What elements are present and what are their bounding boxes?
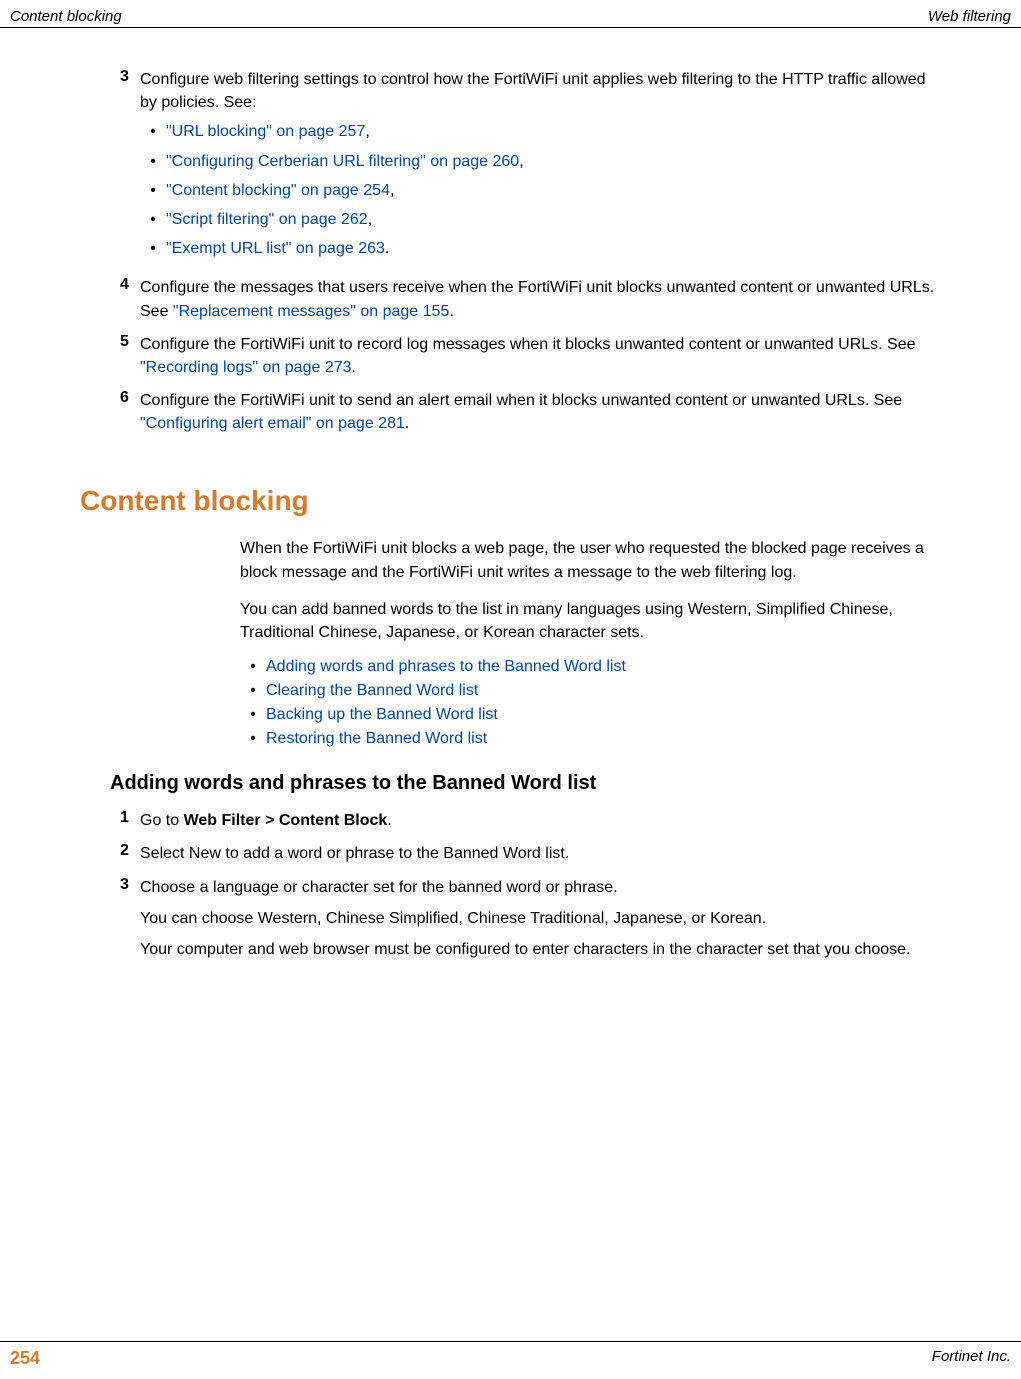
step-text: Configure the FortiWiFi unit to record l…	[140, 336, 916, 353]
link-bullet: • Adding words and phrases to the Banned…	[240, 658, 927, 676]
step-extra-1: You can choose Western, Chinese Simplifi…	[140, 907, 941, 930]
bullet-mark: •	[240, 682, 266, 700]
link-bullet: • Clearing the Banned Word list	[240, 682, 927, 700]
section-heading-content-blocking: Content blocking	[80, 485, 941, 517]
page-footer: 254 Fortinet Inc.	[0, 1341, 1021, 1369]
step-body: Configure the FortiWiFi unit to record l…	[140, 333, 941, 379]
link-replacement-messages[interactable]: "Replacement messages" on page 155	[173, 303, 449, 320]
bullet-mark: •	[140, 150, 166, 173]
step-suffix: .	[405, 415, 409, 432]
section-para-1: When the FortiWiFi unit blocks a web pag…	[240, 537, 927, 583]
bullet-mark: •	[140, 120, 166, 143]
step-text: Configure the FortiWiFi unit to send an …	[140, 392, 902, 409]
bullet-mark: •	[240, 730, 266, 748]
bullet-text: "URL blocking" on page 257,	[166, 120, 370, 143]
bullet-suffix: ,	[390, 182, 394, 199]
bullet-mark: •	[240, 706, 266, 724]
step-text: Select New to add a word or phrase to th…	[140, 845, 569, 862]
bullet-mark: •	[140, 208, 166, 231]
step-suffix: .	[352, 359, 356, 376]
bullet-item: • "Configuring Cerberian URL filtering" …	[140, 150, 941, 173]
bullet-text: "Configuring Cerberian URL filtering" on…	[166, 150, 524, 173]
step-number: 6	[80, 389, 140, 435]
header-right: Web filtering	[928, 8, 1011, 25]
step-6: 6 Configure the FortiWiFi unit to send a…	[80, 389, 941, 435]
bullet-suffix: .	[385, 240, 389, 257]
step-number: 2	[80, 842, 140, 865]
step-suffix: .	[449, 303, 453, 320]
bullet-suffix: ,	[365, 123, 369, 140]
page-content: 3 Configure web filtering settings to co…	[0, 28, 1021, 961]
link-clearing-list[interactable]: Clearing the Banned Word list	[266, 682, 478, 700]
header-left: Content blocking	[10, 8, 122, 25]
step-number: 1	[80, 809, 140, 832]
step-bold: Web Filter > Content Block	[184, 812, 388, 829]
section-body: When the FortiWiFi unit blocks a web pag…	[240, 537, 927, 748]
link-backing-up[interactable]: Backing up the Banned Word list	[266, 706, 498, 724]
bullet-item: • "Script filtering" on page 262,	[140, 208, 941, 231]
bullet-mark: •	[140, 237, 166, 260]
step-extra-2: Your computer and web browser must be co…	[140, 938, 941, 961]
subsection-heading-adding-words: Adding words and phrases to the Banned W…	[110, 772, 941, 795]
sub-step-3: 3 Choose a language or character set for…	[80, 876, 941, 962]
step-text: Choose a language or character set for t…	[140, 879, 618, 896]
link-url-blocking[interactable]: "URL blocking" on page 257	[166, 123, 365, 140]
link-restoring[interactable]: Restoring the Banned Word list	[266, 730, 487, 748]
link-adding-words[interactable]: Adding words and phrases to the Banned W…	[266, 658, 626, 676]
step-3-bullets: • "URL blocking" on page 257, • "Configu…	[140, 120, 941, 260]
sub-step-1: 1 Go to Web Filter > Content Block.	[80, 809, 941, 832]
bullet-item: • "Content blocking" on page 254,	[140, 179, 941, 202]
link-exempt-url[interactable]: "Exempt URL list" on page 263	[166, 240, 385, 257]
step-body: Configure the messages that users receiv…	[140, 276, 941, 322]
step-body: Configure the FortiWiFi unit to send an …	[140, 389, 941, 435]
link-cerberian-filtering[interactable]: "Configuring Cerberian URL filtering" on…	[166, 153, 519, 170]
link-recording-logs[interactable]: "Recording logs" on page 273	[140, 359, 352, 376]
step-body: Select New to add a word or phrase to th…	[140, 842, 941, 865]
link-alert-email[interactable]: "Configuring alert email" on page 281	[140, 415, 405, 432]
step-4: 4 Configure the messages that users rece…	[80, 276, 941, 322]
bullet-suffix: ,	[519, 153, 523, 170]
step-number: 3	[80, 68, 140, 266]
step-body: Go to Web Filter > Content Block.	[140, 809, 941, 832]
step-number: 3	[80, 876, 140, 962]
bullet-text: "Exempt URL list" on page 263.	[166, 237, 389, 260]
footer-company: Fortinet Inc.	[932, 1348, 1011, 1369]
step-number: 5	[80, 333, 140, 379]
link-bullet: • Restoring the Banned Word list	[240, 730, 927, 748]
bullet-text: "Content blocking" on page 254,	[166, 179, 394, 202]
step-number: 4	[80, 276, 140, 322]
bullet-item: • "URL blocking" on page 257,	[140, 120, 941, 143]
link-script-filtering[interactable]: "Script filtering" on page 262	[166, 211, 368, 228]
link-content-blocking[interactable]: "Content blocking" on page 254	[166, 182, 390, 199]
bullet-item: • "Exempt URL list" on page 263.	[140, 237, 941, 260]
step-body: Configure web filtering settings to cont…	[140, 68, 941, 266]
link-bullet: • Backing up the Banned Word list	[240, 706, 927, 724]
step-prefix: Go to	[140, 812, 184, 829]
step-body: Choose a language or character set for t…	[140, 876, 941, 962]
section-para-2: You can add banned words to the list in …	[240, 598, 927, 644]
step-5: 5 Configure the FortiWiFi unit to record…	[80, 333, 941, 379]
step-text: Configure web filtering settings to cont…	[140, 71, 926, 111]
sub-step-2: 2 Select New to add a word or phrase to …	[80, 842, 941, 865]
bullet-text: "Script filtering" on page 262,	[166, 208, 372, 231]
page-number: 254	[10, 1348, 40, 1369]
step-3: 3 Configure web filtering settings to co…	[80, 68, 941, 266]
step-suffix: .	[387, 812, 391, 829]
bullet-mark: •	[140, 179, 166, 202]
bullet-mark: •	[240, 658, 266, 676]
bullet-suffix: ,	[368, 211, 372, 228]
page-header: Content blocking Web filtering	[0, 0, 1021, 28]
